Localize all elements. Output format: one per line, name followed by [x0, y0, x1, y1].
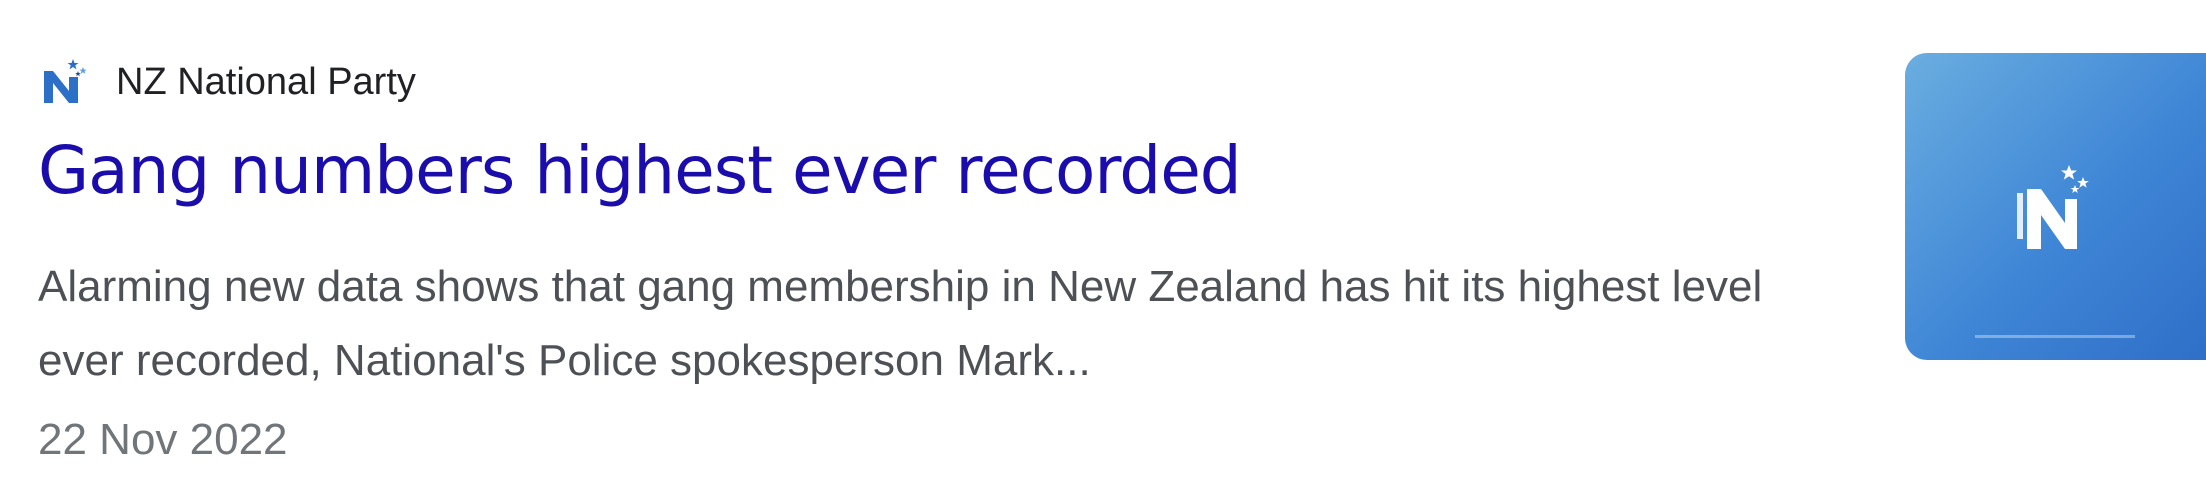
result-snippet: Alarming new data shows that gang member… — [38, 262, 1763, 385]
result-thumbnail[interactable] — [1905, 53, 2206, 360]
national-party-logo-thumbnail — [1975, 165, 2135, 338]
source-row[interactable]: NZ National Party — [38, 52, 416, 112]
result-date: 22 Nov 2022 — [38, 415, 288, 464]
result-title-link[interactable]: Gang numbers highest ever recorded — [38, 136, 1242, 206]
search-result-card: NZ National Party Gang numbers highest e… — [0, 0, 2206, 494]
source-name[interactable]: NZ National Party — [116, 63, 416, 101]
national-party-logo-icon — [38, 55, 92, 109]
